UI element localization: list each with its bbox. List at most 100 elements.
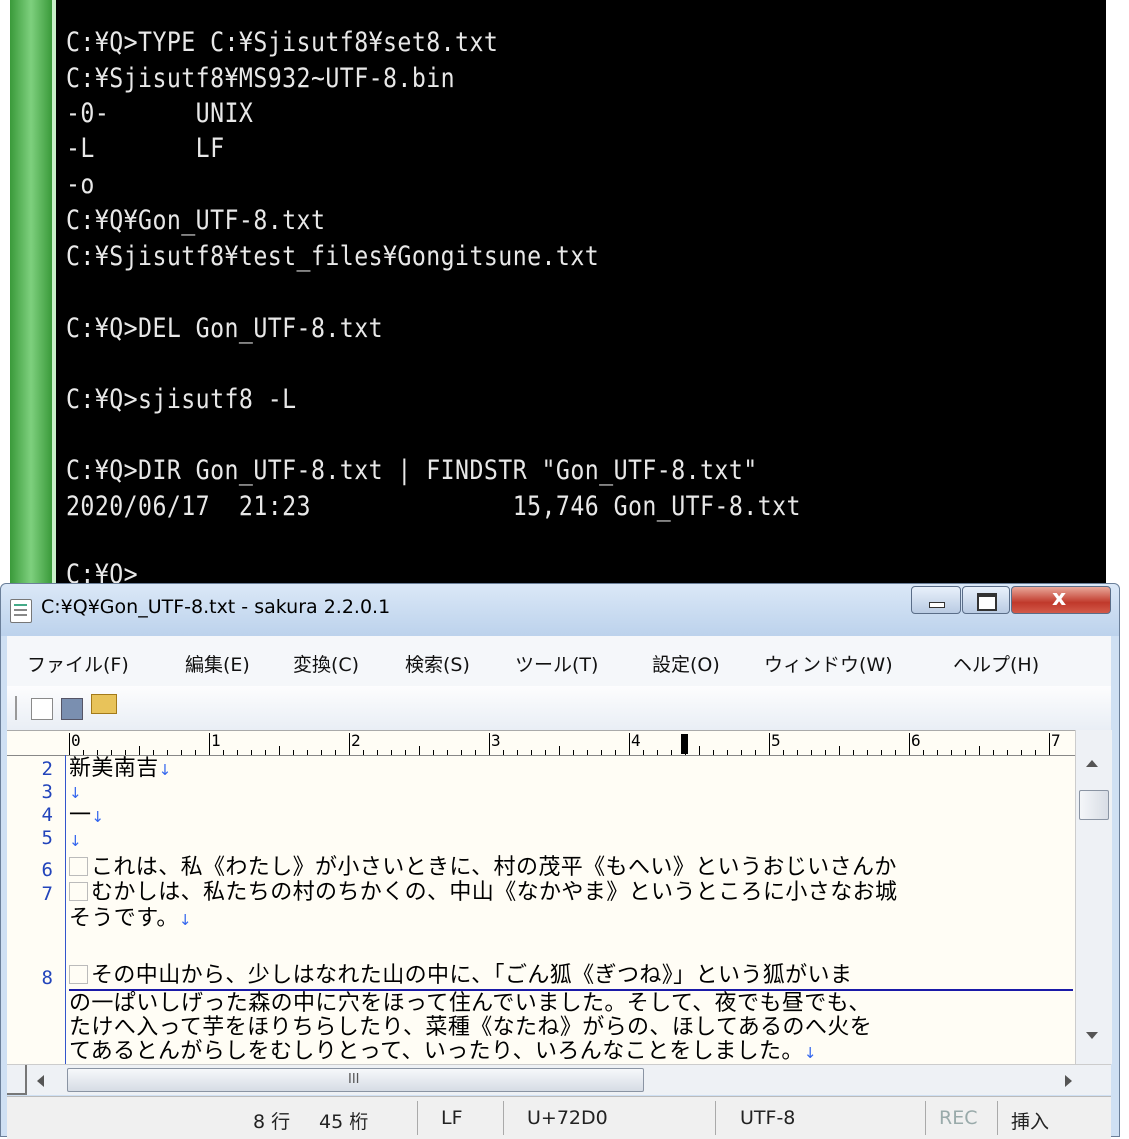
grip-icon: III xyxy=(348,1072,360,1087)
ruler-tick xyxy=(797,750,798,755)
ruler-tick xyxy=(265,750,266,755)
close-icon: x xyxy=(1052,586,1067,611)
ruler-label: 4 xyxy=(631,731,641,750)
ruler-tick xyxy=(153,750,154,755)
ruler-tick xyxy=(825,750,826,755)
fullwidth-space-marker xyxy=(69,857,88,876)
ruler-tick xyxy=(111,750,112,755)
status-divider xyxy=(417,1101,418,1135)
vertical-scrollbar[interactable] xyxy=(1075,730,1112,1064)
ruler-tick xyxy=(769,733,770,755)
ruler-tick xyxy=(461,750,462,755)
notepad-icon[interactable] xyxy=(10,599,32,623)
horizontal-scroll-thumb[interactable]: III xyxy=(67,1068,644,1092)
console-line: C:¥Sjisutf8¥MS932~UTF-8.bin xyxy=(66,63,456,94)
ruler-tick xyxy=(69,733,70,755)
close-button[interactable]: x xyxy=(1011,586,1111,614)
line-text: これは、私《わたし》が小さいときに、村の茂平《もへい》というおじいさんか xyxy=(91,855,897,880)
toolbar-separator xyxy=(15,696,17,720)
ruler-tick xyxy=(713,750,714,755)
menu-help[interactable]: ヘルプ(H) xyxy=(953,650,1039,677)
scrollbar-corner xyxy=(7,1065,27,1095)
new-file-icon[interactable] xyxy=(31,698,53,720)
gutter-divider xyxy=(65,755,66,1065)
ruler-tick xyxy=(489,733,490,755)
menu-edit[interactable]: 編集(E) xyxy=(185,650,250,677)
ruler-tick xyxy=(517,750,518,755)
line-number: 3 xyxy=(41,781,53,803)
line-text: その中山から、少しはなれた山の中に、「ごん狐《ぎつね》」という狐がいま xyxy=(91,963,853,988)
open-folder-icon[interactable] xyxy=(91,694,117,714)
status-line: 8 行 xyxy=(253,1111,291,1133)
console-line: -o xyxy=(66,169,95,200)
line-number: 4 xyxy=(41,804,53,826)
eol-marker: ↓ xyxy=(69,832,82,850)
ruler-tick xyxy=(139,746,140,755)
ruler-tick xyxy=(419,746,420,755)
console-line: C:¥Sjisutf8¥test_files¥Gongitsune.txt xyxy=(66,241,600,272)
console-line: C:¥Q>DIR Gon_UTF-8.txt | FINDSTR "Gon_UT… xyxy=(66,455,758,486)
menu-settings[interactable]: 設定(O) xyxy=(652,650,720,677)
ruler-tick xyxy=(573,750,574,755)
status-divider xyxy=(503,1101,504,1135)
menu-window[interactable]: ウィンドウ(W) xyxy=(764,650,893,677)
console-line: C:¥Q>DEL Gon_UTF-8.txt xyxy=(66,313,384,344)
maximize-button[interactable] xyxy=(962,586,1010,614)
scroll-right-arrow-icon[interactable] xyxy=(1065,1075,1072,1087)
console-line: C:¥Q>sjisutf8 -L xyxy=(66,384,297,415)
horizontal-scrollbar[interactable]: III xyxy=(7,1064,1111,1095)
menu-tools[interactable]: ツール(T) xyxy=(515,650,598,677)
text-line: たけへ入って芋をほりちらしたり、菜種《なたね》がらの、ほしてあるのへ火を xyxy=(69,1015,872,1040)
line-number: 6 xyxy=(41,859,53,881)
scroll-left-arrow-icon[interactable] xyxy=(37,1075,44,1087)
line-number: 7 xyxy=(41,883,53,905)
ruler-tick xyxy=(447,750,448,755)
ruler-tick xyxy=(321,750,322,755)
status-divider xyxy=(925,1101,926,1135)
ruler-tick xyxy=(629,733,630,755)
ruler-tick xyxy=(1035,750,1036,755)
fullwidth-space-marker xyxy=(69,882,88,901)
ruler-label: 1 xyxy=(211,731,221,750)
ruler-tick xyxy=(531,750,532,755)
scroll-up-arrow-icon[interactable] xyxy=(1086,760,1098,767)
minimize-icon xyxy=(929,602,945,608)
console-frame xyxy=(10,0,52,590)
title-bar[interactable]: C:¥Q¥Gon_UTF-8.txt - sakura 2.2.0.1 x xyxy=(1,584,1119,636)
line-text: 一 xyxy=(69,803,92,828)
save-icon[interactable] xyxy=(61,698,83,720)
ruler-tick xyxy=(1049,733,1050,755)
ruler-tick xyxy=(727,750,728,755)
text-line: そうです。↓ xyxy=(69,906,192,933)
text-line: むかしは、私たちの村のちかくの、中山《なかやま》というところに小さなお城 xyxy=(69,880,897,905)
menu-file[interactable]: ファイル(F) xyxy=(27,650,129,677)
ruler-tick xyxy=(405,750,406,755)
editor-window: C:¥Q¥Gon_UTF-8.txt - sakura 2.2.0.1 x ファ… xyxy=(0,583,1120,1139)
ruler-tick xyxy=(699,746,700,755)
line-number: 2 xyxy=(41,758,53,780)
ruler-label: 2 xyxy=(351,731,361,750)
console-output[interactable]: C:¥Q>TYPE C:¥Sjisutf8¥set8.txt C:¥Sjisut… xyxy=(56,0,1106,590)
ruler-tick xyxy=(811,750,812,755)
line-number: 8 xyxy=(41,967,53,989)
line-text: むかしは、私たちの村のちかくの、中山《なかやま》というところに小さなお城 xyxy=(91,880,898,905)
ruler-tick xyxy=(895,750,896,755)
console-line: C:¥Q>TYPE C:¥Sjisutf8¥set8.txt xyxy=(66,27,499,58)
text-area[interactable]: 0 1 2 3 4 5 6 7 2 3 4 5 6 7 8 新美南吉↓ ↓ 一↓… xyxy=(7,730,1075,1065)
ruler-tick xyxy=(377,750,378,755)
eol-marker: ↓ xyxy=(178,911,192,929)
minimize-button[interactable] xyxy=(911,586,961,614)
console-line: 2020/06/17 21:23 15,746 Gon_UTF-8.txt xyxy=(66,491,801,522)
line-text: の一ぱいしげった森の中に穴をほって住んでいました。そして、夜でも昼でも、 xyxy=(69,991,871,1016)
status-rec: REC xyxy=(939,1107,978,1129)
text-line: ↓ xyxy=(69,827,82,854)
menu-convert[interactable]: 変換(C) xyxy=(293,650,359,677)
status-bar: 8 行 45 桁 LF U+72D0 UTF-8 REC 挿入 xyxy=(7,1096,1111,1139)
ruler-tick xyxy=(587,750,588,755)
menu-search[interactable]: 検索(S) xyxy=(405,650,470,677)
ruler-cursor-marker xyxy=(681,734,688,754)
status-codepoint: U+72D0 xyxy=(527,1107,608,1129)
maximize-icon xyxy=(977,593,997,611)
vertical-scroll-thumb[interactable] xyxy=(1079,790,1109,820)
scroll-down-arrow-icon[interactable] xyxy=(1086,1032,1098,1039)
